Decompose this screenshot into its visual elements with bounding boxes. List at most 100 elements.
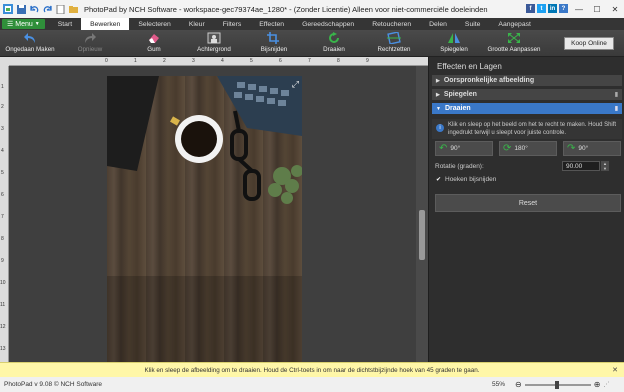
tab-gereedschappen[interactable]: Gereedschappen: [293, 18, 363, 30]
zoom-slider[interactable]: [524, 380, 591, 389]
tab-delen[interactable]: Delen: [420, 18, 456, 30]
ruler-tick: 10: [0, 280, 6, 286]
tab-start[interactable]: Start: [49, 18, 81, 30]
crop-icon: [267, 32, 281, 44]
chevron-down-icon: ▼: [436, 105, 441, 112]
ruler-tick: 9: [1, 258, 4, 264]
ruler-tick: 13: [0, 346, 6, 352]
photo-canvas[interactable]: ⤢: [107, 76, 302, 362]
minimize-icon[interactable]: —: [570, 0, 588, 18]
resize-button[interactable]: Grootte Aanpassen: [484, 32, 544, 53]
hint-bar: Klik en sleep de afbeelding om te draaie…: [0, 362, 624, 377]
section-mirror[interactable]: ▶ Spiegelen ▮: [432, 89, 622, 100]
close-icon[interactable]: ✕: [612, 366, 618, 374]
ruler-tick: 11: [0, 302, 6, 308]
resize-grip-icon[interactable]: ⋰: [603, 381, 609, 388]
tab-bewerken[interactable]: Bewerken: [81, 18, 130, 30]
maximize-icon[interactable]: ☐: [588, 0, 606, 18]
section-label: Draaien: [444, 105, 471, 112]
ruler-corner: [0, 57, 9, 66]
twitter-icon[interactable]: t: [537, 4, 546, 13]
linkedin-icon[interactable]: in: [548, 4, 557, 13]
save-icon[interactable]: [16, 4, 26, 14]
fullscreen-icon[interactable]: ⤢: [292, 79, 299, 90]
redo-icon[interactable]: [42, 4, 52, 14]
close-icon[interactable]: ✕: [606, 0, 624, 18]
tab-kleur[interactable]: Kleur: [180, 18, 214, 30]
toolbar: Ongedaan Maken Opnieuw Gum Achtergrond B…: [0, 30, 624, 57]
horizontal-ruler: 0 1 2 3 4 5 6 7 8 9: [9, 57, 428, 66]
ruler-tick: 1: [134, 58, 137, 64]
zoom-in-icon[interactable]: ⊕: [594, 380, 601, 389]
ruler-tick: 7: [1, 214, 4, 220]
background-button[interactable]: Achtergrond: [184, 32, 244, 53]
rotation-label: Rotatie (graden):: [435, 163, 484, 170]
tab-filters[interactable]: Filters: [214, 18, 251, 30]
zoom-out-icon[interactable]: ⊖: [515, 380, 522, 389]
ruler-tick: 1: [1, 84, 4, 90]
undo-icon[interactable]: [29, 4, 39, 14]
ruler-tick: 2: [163, 58, 166, 64]
zoom-slider-thumb[interactable]: [554, 380, 559, 389]
mirror-label: Spiegelen: [440, 46, 468, 53]
rotation-input[interactable]: 90.00: [562, 161, 600, 171]
section-rotate[interactable]: ▼ Draaien ▮: [432, 103, 622, 114]
checkmark-icon: ✔: [435, 177, 442, 183]
ribbon-tabs: ☰ Menu ▼ Start Bewerken Selecteren Kleur…: [0, 18, 624, 30]
rotate-180-button[interactable]: ⟳ 180°: [499, 141, 557, 156]
background-label: Achtergrond: [197, 46, 231, 53]
undo-button[interactable]: Ongedaan Maken: [0, 32, 60, 53]
ruler-tick: 4: [1, 148, 4, 154]
window-controls: — ☐ ✕: [570, 0, 624, 18]
tab-retoucheren[interactable]: Retoucheren: [363, 18, 420, 30]
zoom-value: 55%: [492, 381, 506, 388]
ruler-tick: 6: [1, 192, 4, 198]
crop-corners-checkbox[interactable]: ✔ Hoeken bijsnijden: [435, 176, 496, 183]
section-label: Oorspronkelijke afbeelding: [443, 77, 535, 84]
vertical-scrollbar[interactable]: [416, 66, 428, 362]
trash-icon[interactable]: ▮: [615, 105, 618, 112]
ruler-tick: 6: [279, 58, 282, 64]
ruler-tick: 5: [250, 58, 253, 64]
rot-label: 90°: [450, 145, 461, 152]
open-icon[interactable]: [68, 4, 78, 14]
ruler-tick: 3: [1, 126, 4, 132]
facebook-icon[interactable]: f: [526, 4, 535, 13]
ruler-tick: 7: [308, 58, 311, 64]
undo-arrow-icon: [23, 32, 37, 44]
tab-selecteren[interactable]: Selecteren: [129, 18, 180, 30]
crop-label: Bijsnijden: [260, 46, 288, 53]
mirror-button[interactable]: Spiegelen: [424, 32, 484, 53]
tab-aangepast[interactable]: Aangepast: [489, 18, 540, 30]
new-icon[interactable]: [55, 4, 65, 14]
redo-button[interactable]: Opnieuw: [60, 32, 120, 53]
scrollbar-thumb[interactable]: [419, 210, 425, 260]
tab-effecten[interactable]: Effecten: [250, 18, 293, 30]
eraser-button[interactable]: Gum: [124, 32, 184, 53]
tab-suite[interactable]: Suite: [456, 18, 490, 30]
rotation-stepper[interactable]: ▲ ▼: [601, 161, 609, 171]
menu-button[interactable]: ☰ Menu ▼: [2, 19, 45, 29]
ruler-tick: 4: [221, 58, 224, 64]
crop-button[interactable]: Bijsnijden: [244, 32, 304, 53]
title-bar: PhotoPad by NCH Software - workspace-gec…: [0, 0, 624, 18]
rotate-button[interactable]: Draaien: [304, 32, 364, 53]
rotate-right-90-button[interactable]: ↷ 90°: [563, 141, 621, 156]
rotate-left-90-button[interactable]: ↶ 90°: [435, 141, 493, 156]
section-original-image[interactable]: ▶ Oorspronkelijke afbeelding: [432, 75, 622, 86]
social-icons: f t in ?: [526, 4, 568, 13]
straighten-button[interactable]: Rechtzetten: [364, 32, 424, 53]
trash-icon[interactable]: ▮: [615, 91, 618, 98]
hint-text: Klik en sleep de afbeelding om te draaie…: [144, 366, 480, 374]
chevron-down-icon: ▼: [34, 21, 40, 27]
resize-icon: [507, 32, 521, 44]
buy-online-button[interactable]: Koop Online: [564, 37, 614, 50]
help-icon[interactable]: ?: [559, 4, 568, 13]
ruler-tick: 5: [1, 170, 4, 176]
vertical-ruler: 1 2 3 4 5 6 7 8 9 10 11 12 13: [0, 66, 9, 362]
image-viewport[interactable]: ⤢: [9, 66, 416, 362]
ruler-tick: 3: [192, 58, 195, 64]
chevron-right-icon: ▶: [436, 91, 440, 98]
menu-label: Menu: [15, 20, 33, 28]
reset-button[interactable]: Reset: [435, 194, 621, 212]
